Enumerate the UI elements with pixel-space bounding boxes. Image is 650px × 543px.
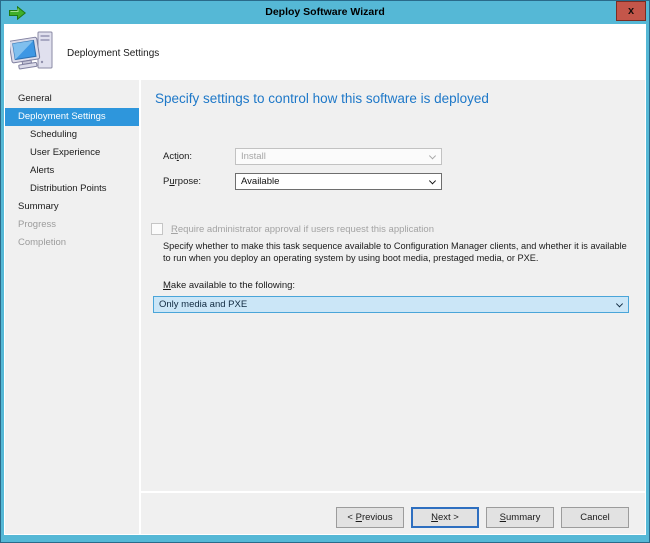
purpose-label: Purpose: (163, 173, 201, 190)
deploy-software-wizard-window: Deploy Software Wizard x (0, 0, 650, 543)
chevron-down-icon (429, 152, 436, 159)
sidebar: GeneralDeployment SettingsSchedulingUser… (5, 80, 139, 534)
cancel-button[interactable]: Cancel (561, 507, 629, 528)
make-available-label: Make available to the following: (163, 277, 295, 293)
sidebar-item-progress: Progress (5, 216, 139, 234)
chevron-down-icon (616, 300, 623, 307)
button-separator (141, 491, 645, 493)
page-heading: Specify settings to control how this sof… (155, 91, 489, 106)
sidebar-item-completion: Completion (5, 234, 139, 252)
sidebar-item-distribution-points[interactable]: Distribution Points (5, 180, 139, 198)
button-row: < Previous Next > Summary Cancel (336, 507, 629, 528)
action-select: Install (235, 148, 442, 165)
action-value: Install (241, 151, 266, 162)
summary-button[interactable]: Summary (486, 507, 554, 528)
make-available-value: Only media and PXE (159, 299, 247, 310)
wizard-header: Deployment Settings (5, 25, 645, 80)
sidebar-item-scheduling[interactable]: Scheduling (5, 126, 139, 144)
purpose-value: Available (241, 176, 279, 187)
approval-checkbox (151, 223, 163, 235)
close-button[interactable]: x (616, 1, 646, 21)
wizard-body: GeneralDeployment SettingsSchedulingUser… (5, 80, 645, 534)
purpose-select[interactable]: Available (235, 173, 442, 190)
next-button[interactable]: Next > (411, 507, 479, 528)
sidebar-item-general[interactable]: General (5, 90, 139, 108)
content-pane: Specify settings to control how this sof… (141, 80, 645, 534)
window-title: Deploy Software Wizard (1, 1, 649, 24)
action-label: Action: (163, 148, 192, 165)
sidebar-item-alerts[interactable]: Alerts (5, 162, 139, 180)
sidebar-item-summary[interactable]: Summary (5, 198, 139, 216)
sidebar-item-deployment-settings[interactable]: Deployment Settings (5, 108, 139, 126)
approval-checkbox-label: Require administrator approval if users … (171, 221, 434, 237)
titlebar: Deploy Software Wizard x (1, 1, 649, 24)
computer-icon (10, 30, 58, 76)
client-area: Deployment Settings GeneralDeployment Se… (4, 24, 646, 535)
previous-button[interactable]: < Previous (336, 507, 404, 528)
close-icon: x (628, 6, 634, 17)
chevron-down-icon (429, 177, 436, 184)
make-available-select[interactable]: Only media and PXE (153, 296, 629, 313)
description-text: Specify whether to make this task sequen… (163, 240, 631, 264)
sidebar-item-user-experience[interactable]: User Experience (5, 144, 139, 162)
header-title: Deployment Settings (67, 48, 159, 59)
